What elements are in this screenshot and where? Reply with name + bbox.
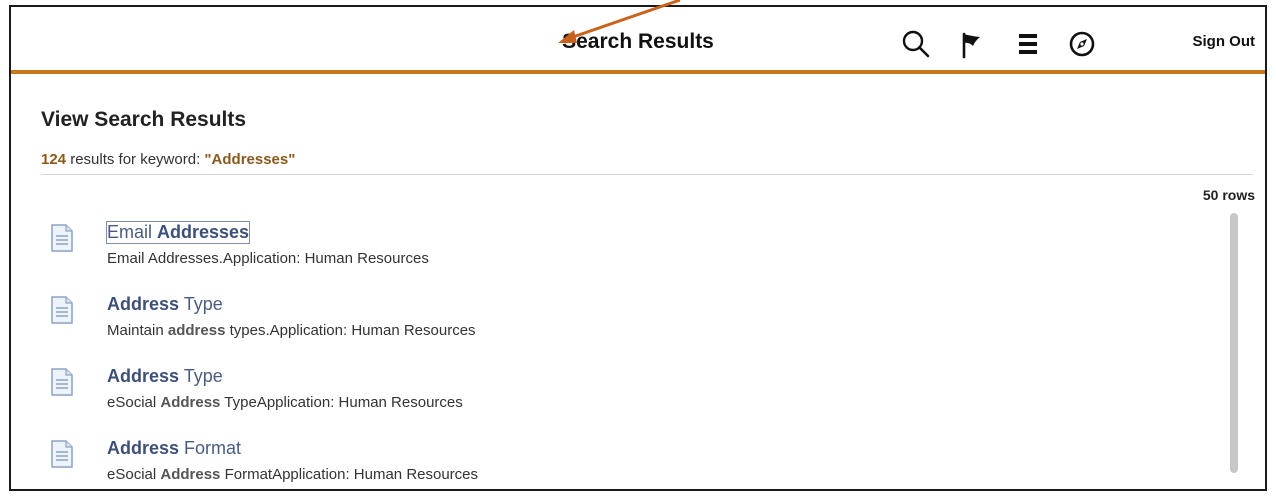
flag-button[interactable]	[955, 27, 989, 61]
app-frame: Search Results Sign Out View Search Resu…	[9, 5, 1267, 491]
result-title-link[interactable]: Email Addresses	[105, 221, 251, 244]
result-description: Email Addresses.Application: Human Resou…	[107, 250, 429, 267]
document-icon	[51, 368, 73, 396]
result-item: Email Addresses Email Addresses.Applicat…	[51, 218, 1151, 290]
compass-icon	[1069, 31, 1095, 57]
results-scrollbar[interactable]	[1230, 213, 1238, 473]
result-description: eSocial Address FormatApplication: Human…	[107, 466, 479, 483]
results-list: Email Addresses Email Addresses.Applicat…	[51, 218, 1151, 489]
flag-icon	[962, 32, 980, 59]
result-count: 124	[41, 151, 67, 168]
menu-button[interactable]	[1011, 27, 1045, 61]
results-summary: 124 results for keyword: "Addresses"	[41, 151, 295, 168]
result-item: Address Type eSocial Address TypeApplica…	[51, 362, 1151, 434]
menu-icon	[1019, 34, 1037, 54]
document-icon	[51, 296, 73, 324]
result-item: Address Type Maintain address types.Appl…	[51, 290, 1151, 362]
result-title-link[interactable]: Address Type	[107, 294, 223, 315]
navbar-button[interactable]	[1065, 27, 1099, 61]
result-title-link[interactable]: Address Type	[107, 366, 223, 387]
summary-text: results for keyword:	[66, 151, 205, 168]
view-title: View Search Results	[41, 108, 247, 131]
search-keyword: "Addresses"	[204, 151, 296, 168]
divider	[41, 174, 1253, 175]
result-description: Maintain address types.Application: Huma…	[107, 322, 476, 339]
header-bar: Search Results Sign Out	[11, 7, 1265, 74]
document-icon	[51, 440, 73, 468]
rows-count: 50 rows	[1202, 187, 1255, 203]
result-title-link[interactable]: Address Format	[107, 438, 241, 459]
document-icon	[51, 224, 73, 252]
search-results-panel: View Search Results 124 results for keyw…	[11, 78, 1265, 489]
search-icon	[902, 30, 930, 58]
search-button[interactable]	[899, 27, 933, 61]
result-description: eSocial Address TypeApplication: Human R…	[107, 394, 463, 411]
result-item: Address Format eSocial Address FormatApp…	[51, 434, 1151, 489]
sign-out-link[interactable]: Sign Out	[1193, 7, 1256, 74]
